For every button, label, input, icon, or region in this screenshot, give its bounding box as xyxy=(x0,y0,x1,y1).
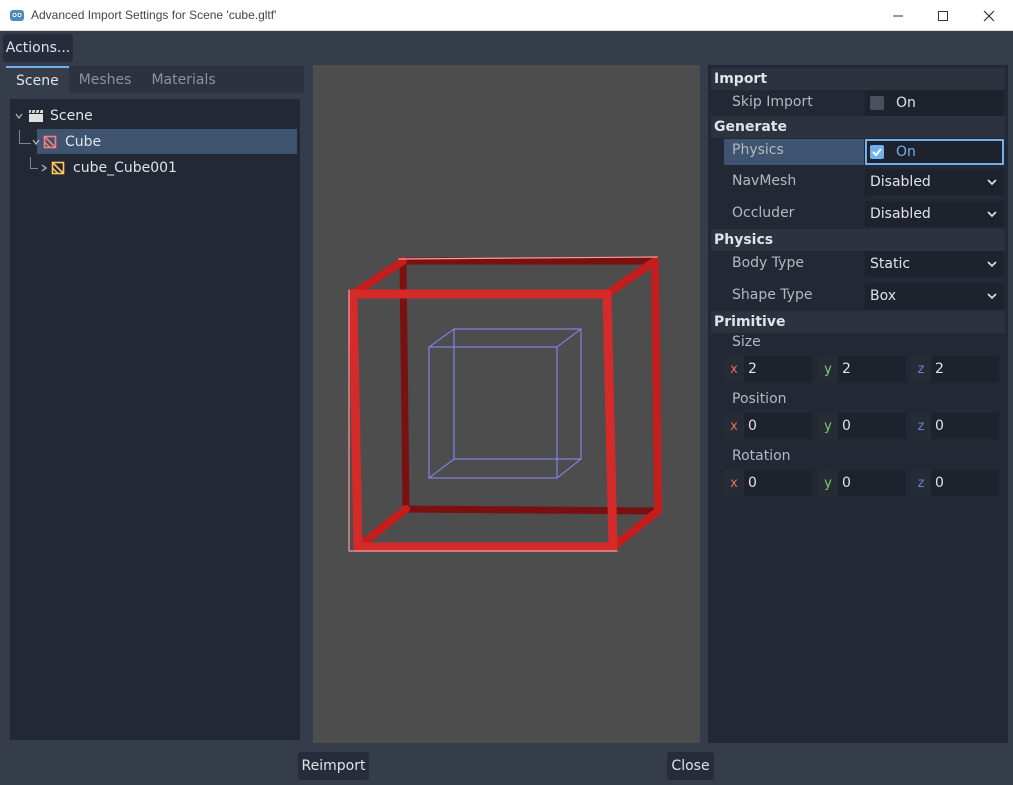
tab-scene[interactable]: Scene xyxy=(6,66,69,93)
close-button[interactable]: Close xyxy=(667,752,714,780)
actions-button[interactable]: Actions... xyxy=(3,34,73,62)
tree-item-label: cube_Cube001 xyxy=(73,159,177,176)
tree-item-cube-cube001[interactable]: cube_Cube001 xyxy=(39,155,297,180)
rotation-x-field[interactable]: x 0 xyxy=(724,470,812,496)
size-z-field[interactable]: z 2 xyxy=(911,356,999,382)
tree-item-label: Scene xyxy=(50,107,93,124)
shape-type-value: Box xyxy=(870,288,897,304)
position-y-value: 0 xyxy=(842,418,851,434)
axis-y-label: y xyxy=(818,470,838,496)
axis-z-label: z xyxy=(911,356,931,382)
axis-x-label: x xyxy=(724,356,744,382)
scene-tree[interactable]: Scene Cube cube_Cube001 xyxy=(10,99,300,740)
import-inspector: Import Skip Import On Generate Physics O… xyxy=(708,65,1008,743)
close-window-button[interactable] xyxy=(966,0,1012,31)
navmesh-value: Disabled xyxy=(870,174,931,190)
occluder-label: Occluder xyxy=(732,205,795,221)
checkbox-checked-icon xyxy=(870,145,884,159)
shape-type-dropdown[interactable]: Box xyxy=(865,283,1004,309)
chevron-down-icon xyxy=(987,179,997,186)
tab-materials[interactable]: Materials xyxy=(141,66,225,93)
collision-shape xyxy=(348,256,662,552)
section-primitive: Primitive xyxy=(711,311,1005,333)
axis-x-label: x xyxy=(724,470,744,496)
rotation-x-value: 0 xyxy=(748,475,757,491)
import-dialog: Actions... Scene Meshes Materials Scene xyxy=(0,31,1013,785)
scene-tabbar: Scene Meshes Materials xyxy=(6,66,304,93)
rotation-z-field[interactable]: z 0 xyxy=(911,470,999,496)
chevron-down-icon xyxy=(15,113,23,119)
chevron-down-icon xyxy=(987,261,997,268)
window-title: Advanced Import Settings for Scene 'cube… xyxy=(31,8,277,22)
occluder-value: Disabled xyxy=(870,206,931,222)
axis-y-label: y xyxy=(818,356,838,382)
size-label: Size xyxy=(732,334,761,350)
occluder-dropdown[interactable]: Disabled xyxy=(865,201,1004,227)
chevron-down-icon xyxy=(32,139,40,145)
body-type-value: Static xyxy=(870,256,911,272)
rotation-z-value: 0 xyxy=(935,475,944,491)
checkbox-icon xyxy=(870,96,884,110)
tab-meshes[interactable]: Meshes xyxy=(69,66,142,93)
section-import: Import xyxy=(711,68,1005,90)
minimize-icon xyxy=(893,15,903,16)
godot-icon xyxy=(10,10,24,21)
close-icon xyxy=(983,10,995,21)
body-type-label: Body Type xyxy=(732,255,804,271)
shape-type-label: Shape Type xyxy=(732,287,813,303)
position-label: Position xyxy=(732,391,787,407)
scene-tree-panel: Scene Cube cube_Cube001 xyxy=(6,93,304,745)
3d-viewport[interactable] xyxy=(313,65,700,743)
size-x-value: 2 xyxy=(748,361,757,377)
tree-guide-line xyxy=(19,130,31,144)
position-y-field[interactable]: y 0 xyxy=(818,413,906,439)
size-y-value: 2 xyxy=(842,361,851,377)
tree-guide-line xyxy=(30,157,38,169)
tree-item-cube[interactable]: Cube xyxy=(32,129,297,154)
size-x-field[interactable]: x 2 xyxy=(724,356,812,382)
chevron-down-icon xyxy=(987,211,997,218)
section-physics: Physics xyxy=(711,229,1005,251)
chevron-right-icon xyxy=(41,163,48,172)
axis-y-label: y xyxy=(818,413,838,439)
skip-import-value: On xyxy=(896,95,916,111)
physics-checkbox[interactable]: On xyxy=(865,139,1004,165)
navmesh-label: NavMesh xyxy=(732,173,797,189)
minimize-button[interactable] xyxy=(875,0,921,31)
size-y-field[interactable]: y 2 xyxy=(818,356,906,382)
mesh-wireframe xyxy=(428,328,582,479)
section-generate: Generate xyxy=(711,116,1005,138)
physics-label: Physics xyxy=(732,142,784,158)
maximize-icon xyxy=(938,10,948,21)
position-x-field[interactable]: x 0 xyxy=(724,413,812,439)
clapperboard-icon xyxy=(29,109,43,122)
window-titlebar: Advanced Import Settings for Scene 'cube… xyxy=(0,0,1013,31)
size-z-value: 2 xyxy=(935,361,944,377)
position-z-value: 0 xyxy=(935,418,944,434)
mesh-icon xyxy=(51,161,65,174)
skip-import-checkbox[interactable]: On xyxy=(865,90,1004,116)
tree-item-label: Cube xyxy=(65,133,102,150)
physics-value: On xyxy=(896,144,916,160)
rotation-label: Rotation xyxy=(732,448,791,464)
tree-item-scene[interactable]: Scene xyxy=(10,103,300,128)
skip-import-label: Skip Import xyxy=(732,94,813,110)
body-type-dropdown[interactable]: Static xyxy=(865,251,1004,277)
rotation-y-field[interactable]: y 0 xyxy=(818,470,906,496)
axis-z-label: z xyxy=(911,413,931,439)
mesh-instance-icon xyxy=(43,135,57,148)
cube-preview xyxy=(348,256,662,552)
chevron-down-icon xyxy=(987,293,997,300)
rotation-y-value: 0 xyxy=(842,475,851,491)
navmesh-dropdown[interactable]: Disabled xyxy=(865,169,1004,195)
position-x-value: 0 xyxy=(748,418,757,434)
position-z-field[interactable]: z 0 xyxy=(911,413,999,439)
reimport-button[interactable]: Reimport xyxy=(298,752,369,780)
maximize-button[interactable] xyxy=(920,0,966,31)
axis-z-label: z xyxy=(911,470,931,496)
axis-x-label: x xyxy=(724,413,744,439)
